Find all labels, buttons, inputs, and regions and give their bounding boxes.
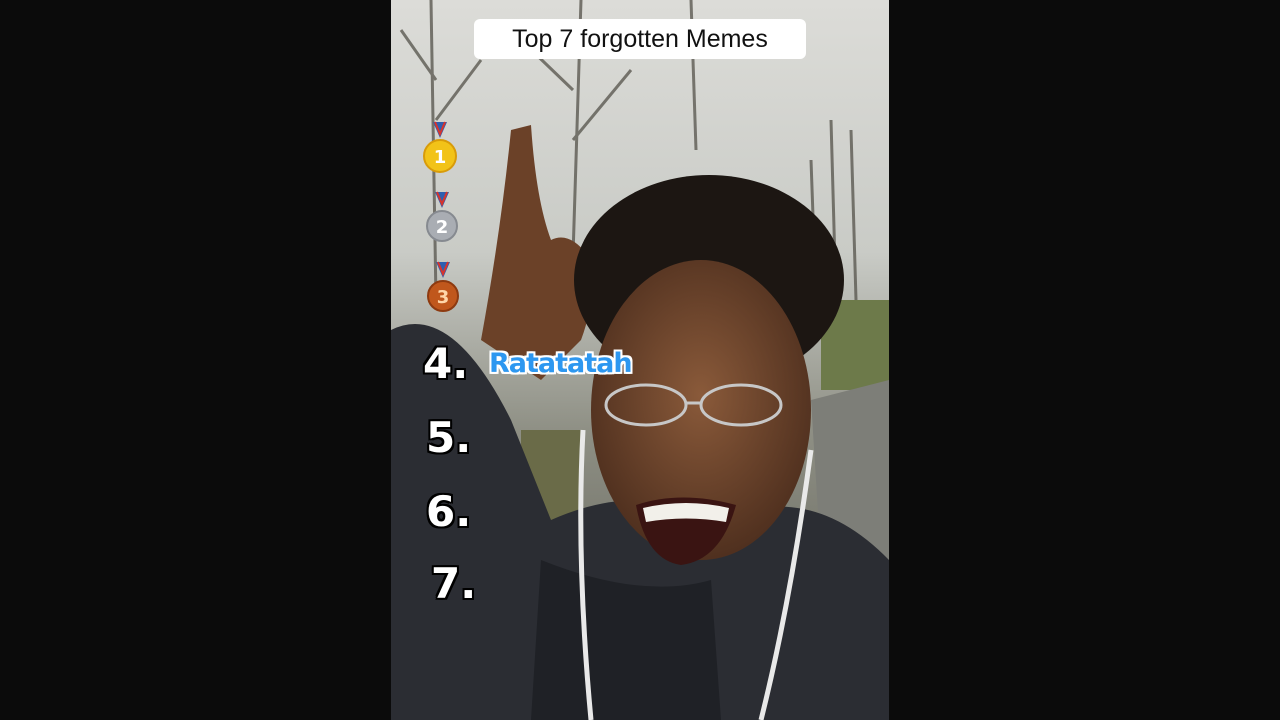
title-banner: Top 7 forgotten Memes: [474, 19, 806, 59]
letterbox-background: Top 7 forgotten Memes 1 2 3 4. Ratatatah…: [0, 0, 1280, 720]
video-frame[interactable]: Top 7 forgotten Memes 1 2 3 4. Ratatatah…: [391, 0, 889, 720]
silver-medal-icon: 2: [426, 191, 458, 242]
gold-medal-icon: 1: [423, 121, 457, 173]
meme-4-title: Ratatatah: [489, 348, 633, 379]
bronze-medal-number: 3: [437, 287, 450, 308]
rank-6-label: 6.: [426, 487, 472, 536]
bronze-medal-icon: 3: [427, 261, 459, 312]
rank-4-label: 4.: [423, 339, 469, 388]
gold-medal-number: 1: [434, 147, 447, 168]
silver-medal-number: 2: [436, 217, 449, 238]
rank-7-label: 7.: [431, 559, 477, 608]
rank-5-label: 5.: [426, 413, 472, 462]
video-title: Top 7 forgotten Memes: [512, 24, 768, 53]
